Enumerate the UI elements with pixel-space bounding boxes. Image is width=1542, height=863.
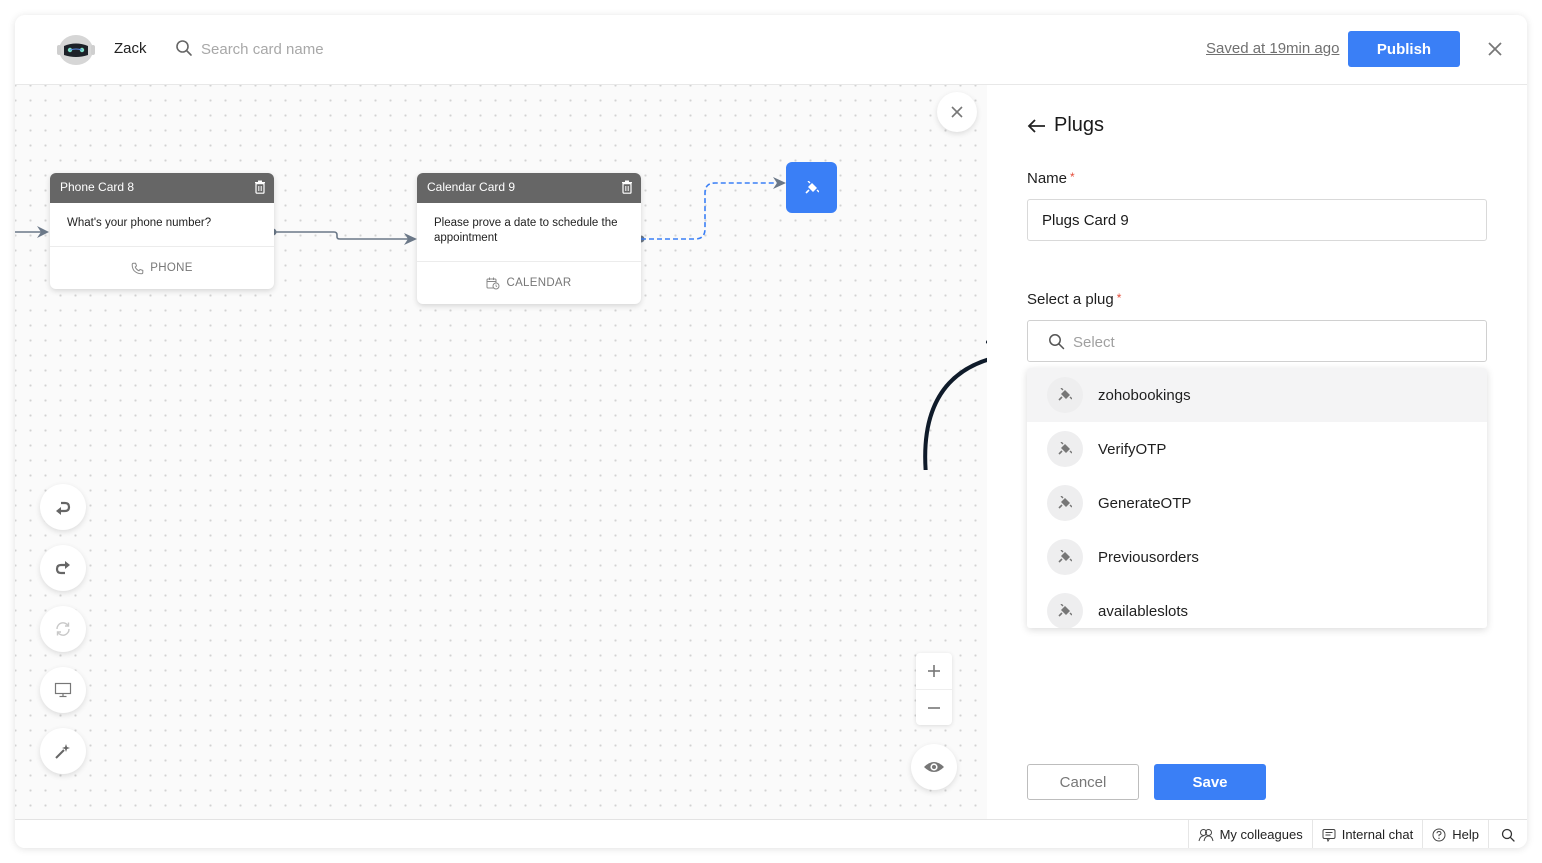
desktop-preview-button[interactable] [40,667,86,713]
top-header: Zack Saved at 19min ago Publish [15,15,1527,85]
plug-search-input[interactable] [1073,330,1463,354]
plug-icon [1047,431,1083,467]
saved-status-link[interactable]: Saved at 19min ago [1206,40,1339,57]
card-message: What's your phone number? [50,201,274,247]
back-arrow-icon[interactable] [1027,118,1047,134]
close-icon [951,106,963,118]
plug-icon [1047,377,1083,413]
footer-item-label: My colleagues [1219,827,1303,842]
plug-option[interactable]: availableslots [1027,584,1487,628]
plug-dropdown: zohobookings VerifyOTP GenerateOTP Previ… [1027,368,1487,628]
plug-option-label: VerifyOTP [1098,440,1167,458]
publish-button[interactable]: Publish [1348,31,1460,67]
phone-card[interactable]: Phone Card 8 What's your phone number? P… [50,173,274,289]
eye-icon [924,762,944,772]
refresh-icon [56,622,70,636]
trash-icon[interactable] [254,180,266,194]
card-type-label: CALENDAR [506,277,572,289]
magic-button[interactable] [40,728,86,774]
select-plug-label: Select a plug * [1027,291,1121,308]
card-type: CALENDAR [417,262,641,304]
phone-icon [131,262,144,274]
footer-search-button[interactable] [1488,820,1527,848]
close-icon[interactable] [1485,39,1505,59]
redo-icon [55,561,70,575]
plug-node[interactable] [786,162,837,213]
my-colleagues-button[interactable]: My colleagues [1187,820,1312,848]
save-button[interactable]: Save [1154,764,1266,800]
card-type: PHONE [50,247,274,289]
calendar-card[interactable]: Calendar Card 9 Please prove a date to s… [417,173,641,304]
footer-items: My colleagues Internal chat Help [1187,820,1527,848]
plug-option-label: Previousorders [1098,548,1199,566]
name-label: Name * [1027,170,1075,187]
name-input[interactable] [1027,199,1487,241]
plug-option[interactable]: VerifyOTP [1027,422,1487,476]
bot-avatar [57,35,95,65]
footer-item-label: Internal chat [1341,827,1414,842]
flow-canvas[interactable]: Phone Card 8 What's your phone number? P… [15,85,1014,819]
zoom-in-button[interactable] [916,653,952,689]
panel-title: Plugs [1054,114,1105,136]
plug-option-label: zohobookings [1098,386,1191,404]
help-icon [1432,828,1446,841]
incoming-connector [15,226,49,238]
zoom-out-button[interactable] [916,689,952,725]
card-header: Phone Card 8 [50,173,274,203]
footer-bar: My colleagues Internal chat Help [15,819,1527,848]
plug-option[interactable]: GenerateOTP [1027,476,1487,530]
refresh-button[interactable] [40,606,86,652]
plug-icon [1047,593,1083,628]
plug-option[interactable]: Previousorders [1027,530,1487,584]
search-icon [1501,828,1515,842]
select-plug-label-text: Select a plug [1027,291,1114,308]
internal-chat-button[interactable]: Internal chat [1311,820,1423,848]
preview-button[interactable] [911,744,957,790]
bot-name[interactable]: Zack [114,40,147,57]
search-card-input[interactable] [201,37,441,61]
minus-icon [928,706,940,709]
plug-icon [1047,539,1083,575]
plus-icon [928,665,940,677]
plug-option-label: availableslots [1098,602,1189,620]
name-label-text: Name [1027,170,1068,187]
trash-icon[interactable] [621,180,633,194]
footer-item-label: Help [1452,827,1479,842]
search-icon [176,40,192,56]
calendar-icon [486,277,500,289]
required-mark: * [1116,291,1122,305]
app-window: Zack Saved at 19min ago Publish [15,15,1527,848]
cancel-button[interactable]: Cancel [1027,764,1139,800]
plug-option-label: GenerateOTP [1098,494,1192,512]
undo-icon [56,501,71,515]
connector-calendar-to-plug [637,177,786,243]
close-canvas-button[interactable] [937,92,977,132]
plugs-panel: Plugs Name* Select a plug* zohobookings … [987,85,1527,819]
card-message: Please prove a date to schedule the appo… [417,201,641,262]
plug-icon [804,180,819,194]
help-button[interactable]: Help [1422,820,1488,848]
chat-icon [1322,828,1336,842]
undo-button[interactable] [40,484,86,530]
plug-option[interactable]: zohobookings [1027,368,1487,422]
connector-phone-to-calendar [269,228,417,245]
plug-icon [1047,485,1083,521]
card-title: Calendar Card 9 [427,180,516,194]
card-title: Phone Card 8 [60,180,135,194]
required-mark: * [1070,170,1075,184]
card-type-label: PHONE [150,262,193,274]
magic-wand-icon [55,744,70,759]
plug-select[interactable] [1027,320,1487,362]
monitor-icon [54,682,72,698]
search-icon [1049,334,1065,350]
card-header: Calendar Card 9 [417,173,641,203]
colleagues-icon [1198,828,1214,841]
zoom-controls [916,653,952,725]
redo-button[interactable] [40,545,86,591]
